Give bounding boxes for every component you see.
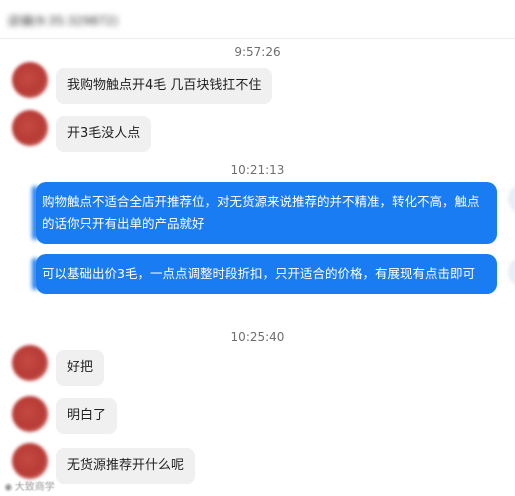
watermark-text: 大致商学 — [14, 482, 55, 493]
avatar[interactable] — [508, 257, 515, 287]
weibo-icon: ◉ — [4, 482, 13, 493]
timestamp: 10:21:13 — [230, 163, 285, 177]
incoming-message[interactable]: 开3毛没人点 — [56, 116, 152, 152]
incoming-message[interactable]: 好把 — [56, 350, 105, 386]
outgoing-message[interactable]: 可以基础出价3毛，一点点调整时段折扣，只开适合的价格，有展现有点击即可 — [36, 254, 497, 294]
outgoing-message[interactable]: 购物触点不适合全店开推荐位，对无货源来说推荐的并不精准，转化不高，触点的话你只开… — [36, 182, 497, 244]
chat-header: 店铺(9:35:329872) — [0, 0, 515, 39]
avatar[interactable] — [12, 443, 48, 479]
avatar[interactable] — [508, 184, 515, 214]
avatar[interactable] — [12, 345, 48, 381]
incoming-message[interactable]: 无货源推荐开什么呢 — [56, 448, 196, 484]
watermark: ◉ 大致商学 — [4, 478, 55, 493]
avatar[interactable] — [12, 62, 48, 98]
timestamp: 9:57:26 — [234, 45, 281, 59]
incoming-message[interactable]: 我购物触点开4毛 几百块钱扛不住 — [56, 68, 273, 104]
avatar[interactable] — [12, 396, 48, 432]
avatar[interactable] — [12, 110, 48, 146]
incoming-message[interactable]: 明白了 — [56, 398, 118, 434]
timestamp: 10:25:40 — [230, 330, 285, 344]
chat-title: 店铺(9:35:329872) — [8, 14, 119, 28]
